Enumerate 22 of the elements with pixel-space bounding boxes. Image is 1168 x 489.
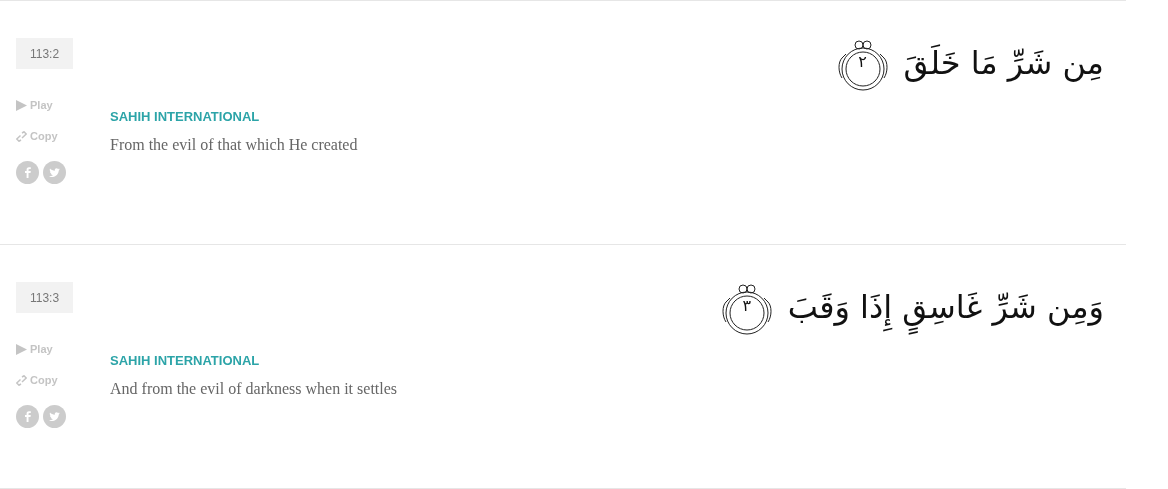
copy-button[interactable]: Copy <box>16 130 58 142</box>
facebook-icon[interactable] <box>16 161 39 184</box>
verse-number: ٢ <box>857 52 868 71</box>
copy-button[interactable]: Copy <box>16 374 58 386</box>
verse-key-badge[interactable]: 113:2 <box>16 38 73 69</box>
link-icon <box>16 130 27 142</box>
arabic-verse: مِن شَرِّ مَا خَلَقَ <box>902 43 1105 85</box>
twitter-icon[interactable] <box>43 161 66 184</box>
translation-text: From the evil of that which He created <box>110 136 359 154</box>
translator-name: SAHIH INTERNATIONAL <box>110 353 261 368</box>
play-button[interactable]: Play <box>16 343 53 355</box>
arabic-verse: وَمِن شَرِّ غَاسِقٍ إِذَا وَقَبَ <box>783 279 1108 337</box>
play-icon <box>16 99 27 111</box>
verse-number: ٣ <box>741 296 752 315</box>
translator-name: SAHIH INTERNATIONAL <box>110 109 261 124</box>
link-icon <box>16 374 27 386</box>
twitter-icon[interactable] <box>43 405 66 428</box>
facebook-icon[interactable] <box>16 405 39 428</box>
translation-text: And from the evil of darkness when it settles <box>110 380 399 398</box>
verse-key-badge[interactable]: 113:3 <box>16 282 73 313</box>
play-icon <box>16 343 27 355</box>
play-button[interactable]: Play <box>16 99 53 111</box>
